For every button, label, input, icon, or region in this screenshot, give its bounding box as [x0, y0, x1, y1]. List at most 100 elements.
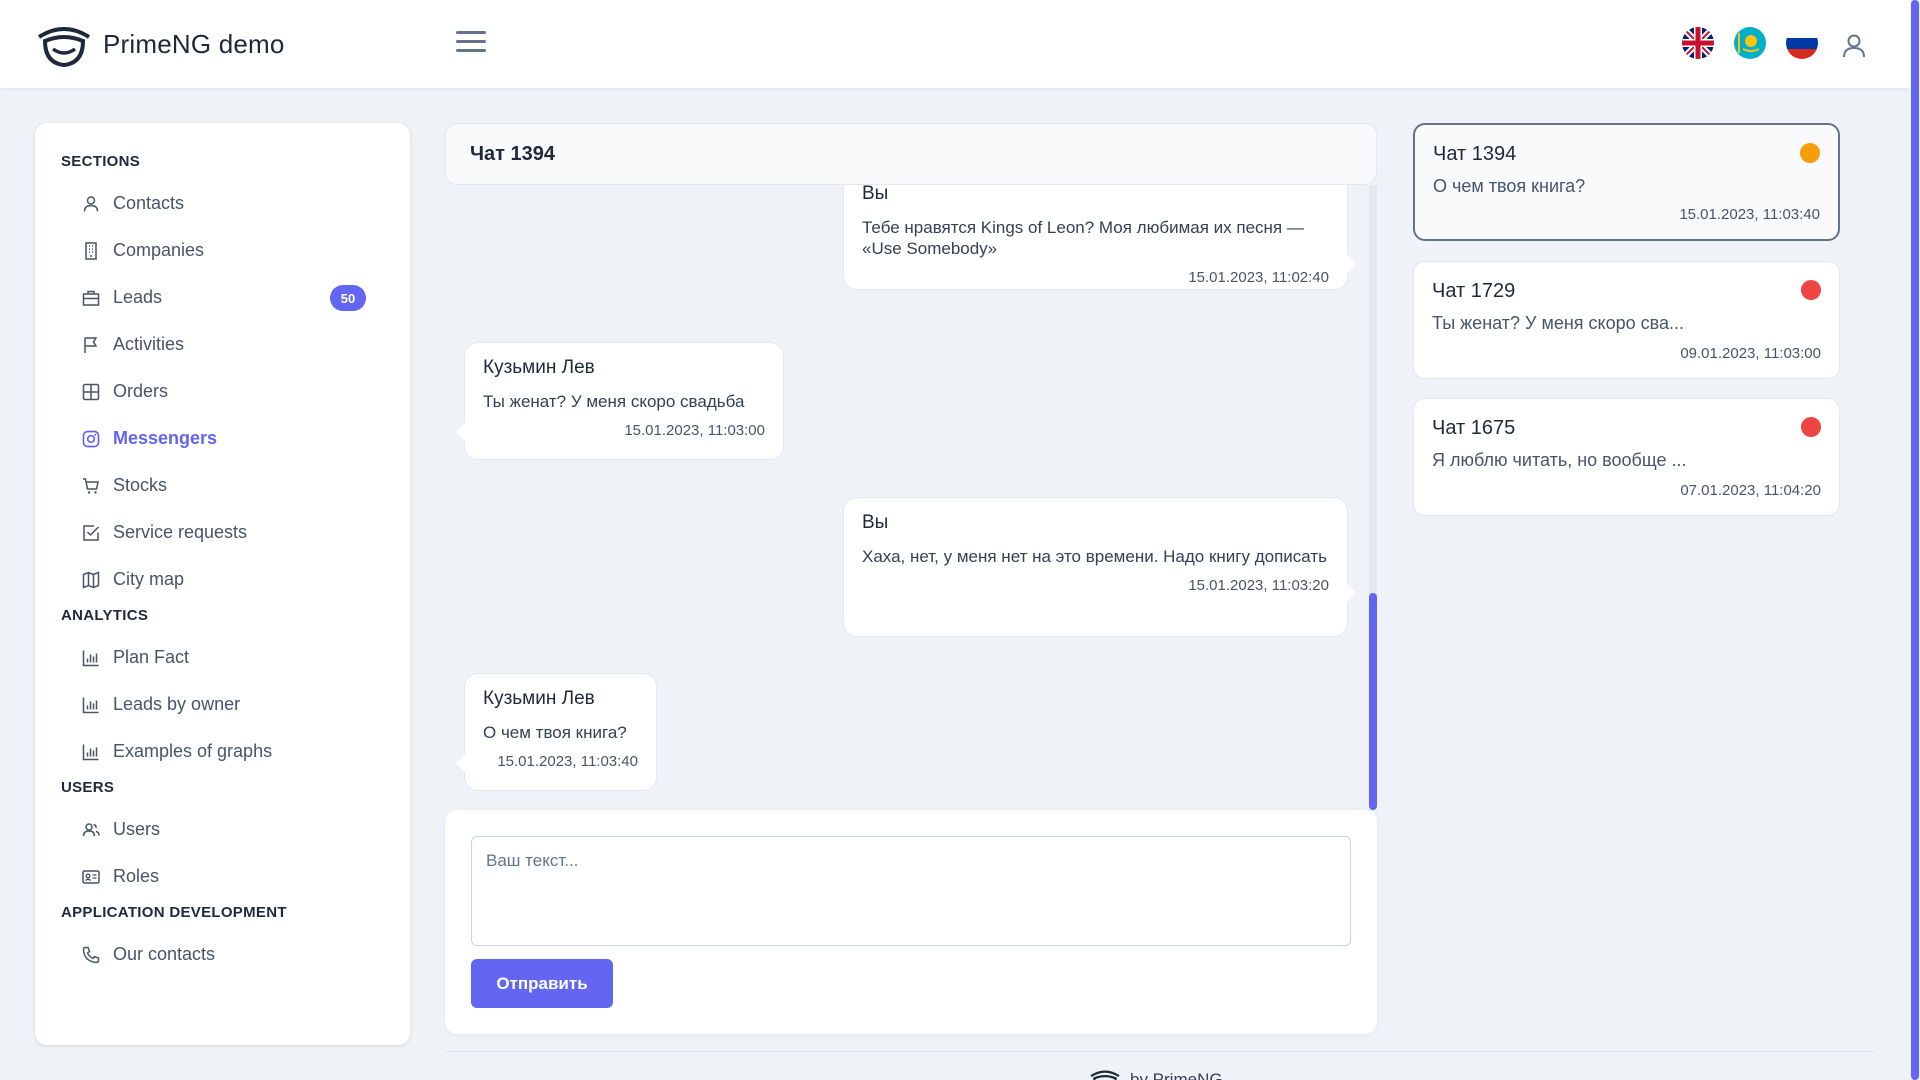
status-dot-icon [1801, 417, 1821, 437]
sidebar-item-service-requests[interactable]: Service requests [61, 509, 384, 556]
sidebar-item-messengers[interactable]: Messengers [61, 415, 384, 462]
chat-list-item-preview: О чем твоя книга? [1433, 176, 1586, 196]
sidebar-item-label: Roles [113, 866, 160, 886]
sidebar-item-plan-fact[interactable]: Plan Fact [61, 634, 384, 681]
sidebar-section-title: SECTIONS [61, 153, 141, 170]
sidebar-section-title: ANALYTICS [61, 607, 149, 624]
sidebar-item-label: Plan Fact [113, 647, 190, 667]
sidebar-item-leads-by-owner[interactable]: Leads by owner [61, 681, 384, 728]
sidebar-item-label: Leads by owner [113, 694, 241, 714]
user-profile-icon[interactable] [1838, 30, 1870, 62]
page-scrollbar[interactable] [1910, 0, 1920, 1080]
sidebar-section-title: USERS [61, 779, 115, 796]
flag-uk-icon[interactable] [1682, 27, 1714, 59]
building-icon [81, 241, 101, 261]
message-input[interactable] [471, 836, 1351, 946]
message-text: Хаха, нет, у меня нет на это времени. На… [862, 547, 1328, 566]
chat-list-item-preview: Я люблю читать, но вообще ... [1432, 450, 1687, 470]
message-sender: Кузьмин Лев [483, 688, 595, 709]
message-bubble: Кузьмин Лев Ты женат? У меня скоро свадь… [456, 342, 784, 460]
flag-kazakhstan-icon[interactable] [1734, 27, 1766, 59]
app-logo[interactable]: PrimeNG demo [35, 19, 285, 69]
message-time: 15.01.2023, 11:03:20 [1188, 577, 1329, 594]
sidebar-item-companies[interactable]: Companies [61, 227, 384, 274]
sidebar-item-users[interactable]: Users [61, 806, 384, 853]
sidebar-item-label: Activities [113, 334, 185, 354]
message-sender: Кузьмин Лев [483, 357, 595, 378]
chat-list-item-preview: Ты женат? У меня скоро сва... [1432, 313, 1684, 333]
user-icon [81, 194, 101, 214]
map-icon [81, 570, 101, 590]
message-scrollbar-thumb[interactable] [1369, 593, 1377, 810]
sidebar: SECTIONS Contacts Companies Leads 50 Act… [35, 123, 410, 1045]
sidebar-item-roles[interactable]: Roles [61, 853, 384, 900]
sidebar-item-activities[interactable]: Activities [61, 321, 384, 368]
chat-list-item[interactable]: Чат 1394 О чем твоя книга? 15.01.2023, 1… [1413, 123, 1840, 241]
message-list: Вы Тебе нравятся Kings of Leon? Моя люби… [445, 185, 1377, 810]
chat-list-item-title: Чат 1675 [1432, 417, 1516, 439]
topbar-actions [1662, 24, 1870, 62]
leads-count-badge: 50 [330, 285, 366, 311]
status-dot-icon [1800, 143, 1820, 163]
sidebar-item-label: Stocks [113, 475, 168, 495]
status-dot-icon [1801, 280, 1821, 300]
flag-icon [81, 335, 101, 355]
chart-bar-icon [81, 648, 101, 668]
chat-list-item[interactable]: Чат 1729 Ты женат? У меня скоро сва... 0… [1413, 261, 1840, 379]
primeng-logo-icon [1090, 1070, 1120, 1080]
id-card-icon [81, 867, 101, 887]
sidebar-item-orders[interactable]: Orders [61, 368, 384, 415]
chat-title: Чат 1394 [445, 123, 1377, 185]
message-text: О чем твоя книга? [483, 723, 627, 742]
sidebar-item-label: Users [113, 819, 161, 839]
primeng-logo-icon [37, 27, 91, 68]
sidebar-item-contacts[interactable]: Contacts [61, 180, 384, 227]
message-scrollbar[interactable] [1369, 185, 1377, 810]
message-sender: Вы [862, 185, 889, 204]
chart-bar-icon [81, 742, 101, 762]
send-button[interactable]: Отправить [471, 959, 613, 1008]
sidebar-item-label: Service requests [113, 522, 248, 542]
footer-text: by PrimeNG [1130, 1070, 1223, 1080]
menu-toggle-button[interactable] [456, 31, 486, 57]
instagram-icon [81, 429, 101, 449]
chat-list-item[interactable]: Чат 1675 Я люблю читать, но вообще ... 0… [1413, 398, 1840, 516]
chart-bar-icon [81, 695, 101, 715]
hamburger-icon [456, 31, 486, 34]
message-sender: Вы [862, 512, 889, 533]
chat-list-item-date: 07.01.2023, 11:04:20 [1680, 482, 1821, 499]
phone-icon [81, 945, 101, 965]
message-time: 15.01.2023, 11:03:40 [497, 753, 638, 770]
footer-divider [445, 1051, 1875, 1052]
sidebar-item-label: Examples of graphs [113, 741, 273, 761]
chat-list-item-date: 09.01.2023, 11:03:00 [1680, 345, 1821, 362]
sidebar-item-label: Companies [113, 240, 205, 260]
sidebar-item-label: Contacts [113, 193, 185, 213]
briefcase-icon [81, 288, 101, 308]
chat-list-item-date: 15.01.2023, 11:03:40 [1679, 206, 1820, 223]
cart-icon [81, 476, 101, 496]
sidebar-item-leads[interactable]: Leads 50 [61, 274, 384, 321]
flag-russia-icon[interactable] [1786, 27, 1818, 59]
page-scrollbar-thumb[interactable] [1911, 0, 1919, 1080]
sidebar-item-our-contacts[interactable]: Our contacts [61, 931, 384, 978]
topbar: PrimeNG demo [0, 0, 1910, 88]
footer: by PrimeNG [1088, 1066, 1223, 1080]
check-square-icon [81, 523, 101, 543]
sidebar-item-label: Orders [113, 381, 169, 401]
sidebar-section-title: APPLICATION DEVELOPMENT [61, 904, 287, 921]
message-text: Тебе нравятся Kings of Leon? Моя любимая… [862, 218, 1304, 258]
message-bubble: Вы Хаха, нет, у меня нет на это времени.… [843, 497, 1356, 637]
app-title: PrimeNG demo [103, 28, 285, 59]
sidebar-item-label: Leads [113, 287, 163, 307]
chat-list-item-title: Чат 1394 [1433, 143, 1517, 165]
sidebar-item-label: Our contacts [113, 944, 216, 964]
message-bubble: Вы Тебе нравятся Kings of Leon? Моя люби… [843, 185, 1356, 290]
message-text: Ты женат? У меня скоро свадьба [483, 392, 745, 411]
chat-list-item-title: Чат 1729 [1432, 280, 1516, 302]
sidebar-item-examples-of-graphs[interactable]: Examples of graphs [61, 728, 384, 775]
sidebar-item-city-map[interactable]: City map [61, 556, 384, 603]
message-composer: Отправить [445, 810, 1377, 1034]
sidebar-item-stocks[interactable]: Stocks [61, 462, 384, 509]
table-icon [81, 382, 101, 402]
